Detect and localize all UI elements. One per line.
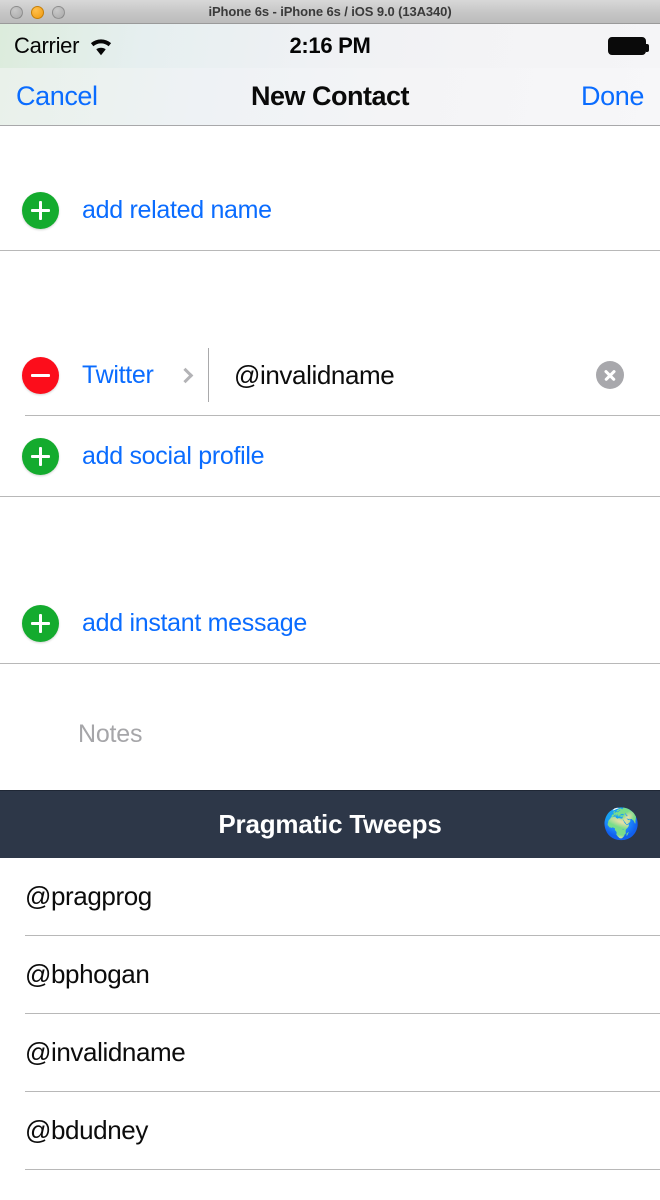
traffic-lights xyxy=(10,0,65,24)
app-bar: Pragmatic Tweeps 🌍 xyxy=(0,790,660,858)
minus-circle-icon[interactable] xyxy=(22,356,59,394)
tweep-list: @pragprog @bphogan @invalidname @bdudney xyxy=(0,858,660,1170)
cancel-button[interactable]: Cancel xyxy=(16,81,98,112)
plus-circle-icon[interactable] xyxy=(22,437,59,475)
twitter-handle-input[interactable]: @invalidname xyxy=(234,360,395,391)
section-spacer-social xyxy=(0,251,660,335)
plus-circle-icon[interactable] xyxy=(22,604,59,642)
globe-icon[interactable]: 🌍 xyxy=(603,809,640,840)
section-spacer-im xyxy=(0,497,660,583)
simulator-screen: iPhone 6s - iPhone 6s / iOS 9.0 (13A340)… xyxy=(0,0,660,1200)
add-related-name-row[interactable]: add related name xyxy=(0,170,660,250)
tweep-handle: @bdudney xyxy=(25,1115,148,1145)
ios-status-bar: Carrier 2:16 PM xyxy=(0,24,660,68)
add-social-profile-label: add social profile xyxy=(82,441,265,470)
notes-placeholder: Notes xyxy=(78,720,143,748)
notes-field[interactable]: Notes xyxy=(0,702,660,790)
carrier-label: Carrier xyxy=(14,33,80,58)
list-separator xyxy=(25,1169,660,1170)
add-instant-message-label: add instant message xyxy=(82,608,308,637)
list-item[interactable]: @invalidname xyxy=(0,1014,660,1091)
battery-full-icon xyxy=(608,37,649,55)
add-related-name-label: add related name xyxy=(82,195,272,224)
window-title: iPhone 6s - iPhone 6s / iOS 9.0 (13A340) xyxy=(208,4,452,19)
twitter-field-row[interactable]: Twitter @invalidname xyxy=(0,335,660,415)
zoom-button[interactable] xyxy=(52,5,65,19)
notes-spacer xyxy=(0,664,660,702)
navigation-bar: Cancel New Contact Done xyxy=(0,68,660,126)
wifi-icon xyxy=(88,37,114,56)
list-item[interactable]: @bphogan xyxy=(0,936,660,1013)
minimize-button[interactable] xyxy=(31,5,44,19)
tweep-handle: @pragprog xyxy=(25,881,152,911)
clear-circle-icon[interactable] xyxy=(596,361,624,389)
tweep-handle: @invalidname xyxy=(25,1037,186,1067)
field-divider xyxy=(208,348,209,402)
add-instant-message-row[interactable]: add instant message xyxy=(0,583,660,663)
section-spacer-top xyxy=(0,126,660,170)
status-bar-left: Carrier xyxy=(14,33,114,59)
chevron-right-icon xyxy=(177,367,194,383)
list-item[interactable]: @bdudney xyxy=(0,1092,660,1169)
close-button[interactable] xyxy=(10,5,23,19)
list-item[interactable]: @pragprog xyxy=(0,858,660,935)
done-button[interactable]: Done xyxy=(581,81,644,112)
window-title-bar: iPhone 6s - iPhone 6s / iOS 9.0 (13A340) xyxy=(0,0,660,24)
contact-form: add related name Twitter @invalidname ad… xyxy=(0,126,660,790)
tweep-handle: @bphogan xyxy=(25,959,150,989)
add-social-profile-row[interactable]: add social profile xyxy=(0,416,660,496)
twitter-service-label[interactable]: Twitter xyxy=(82,361,154,390)
status-bar-right xyxy=(608,37,649,55)
page-title: New Contact xyxy=(250,81,410,111)
plus-circle-icon[interactable] xyxy=(22,191,59,229)
app-bar-title: Pragmatic Tweeps xyxy=(218,809,442,839)
